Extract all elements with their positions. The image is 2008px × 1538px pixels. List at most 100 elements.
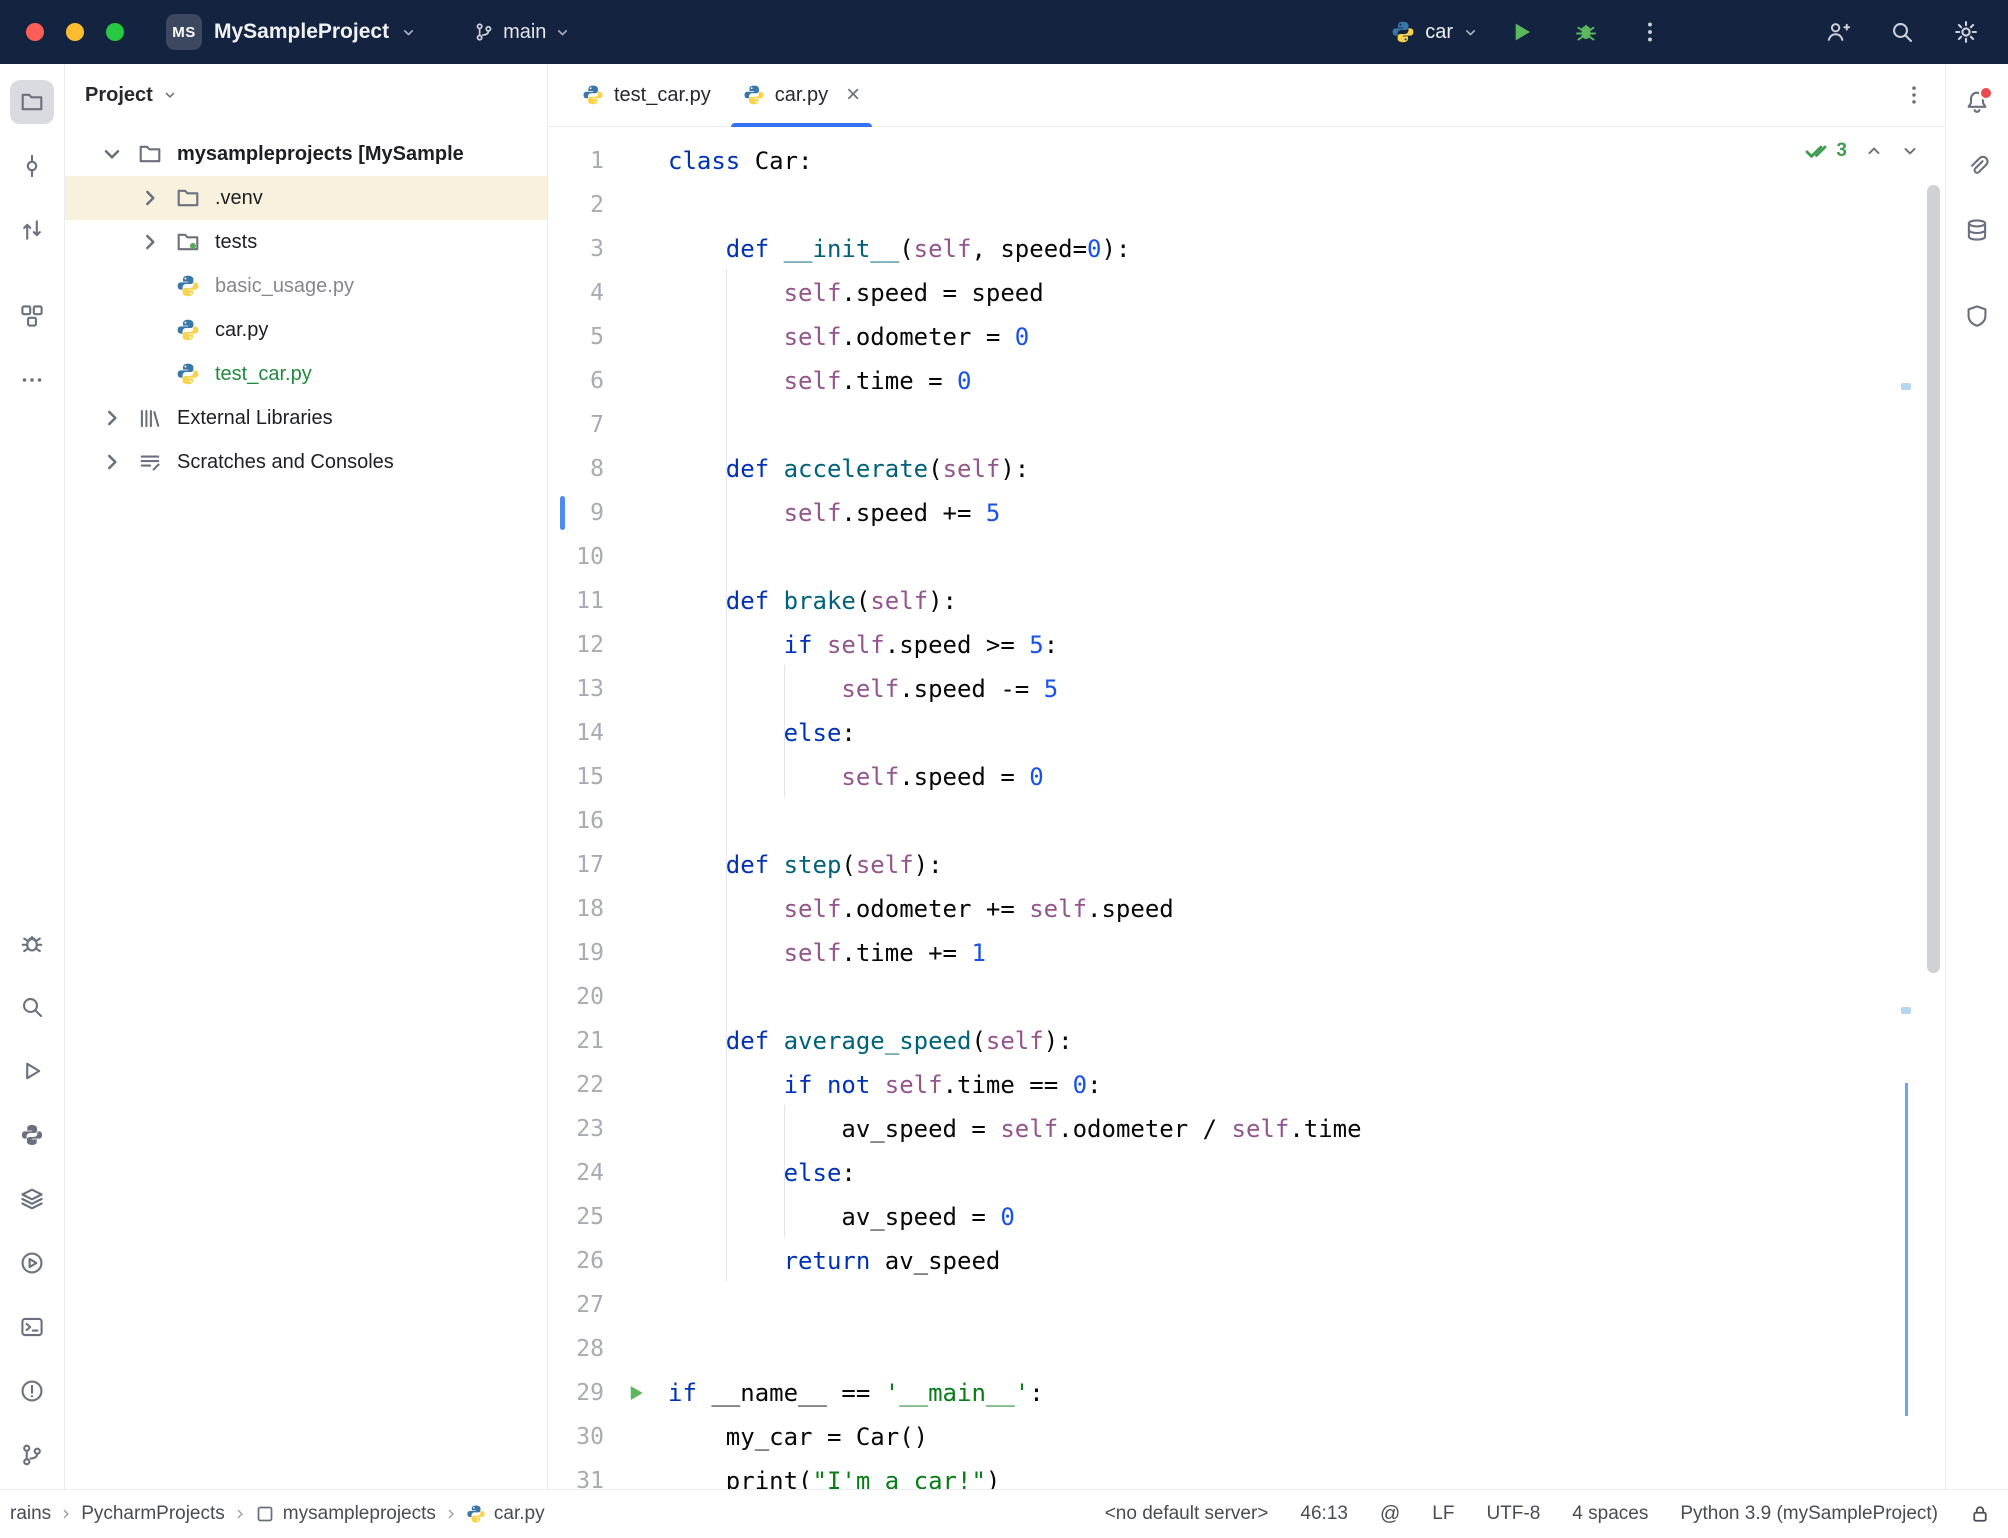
code-line[interactable]: 6 self.time = 0 [548, 359, 1945, 403]
editor-scrollbar[interactable] [1927, 185, 1940, 973]
tree-item-basic-usage[interactable]: basic_usage.py [65, 264, 547, 308]
chevron-right-icon[interactable] [133, 225, 167, 259]
breadcrumb-item[interactable]: car.py [466, 1503, 545, 1525]
code-line[interactable]: 3 def __init__(self, speed=0): [548, 227, 1945, 271]
chevron-right-icon[interactable] [133, 181, 167, 215]
error-stripe-mark[interactable] [1901, 1007, 1911, 1014]
branch-widget[interactable]: main [474, 21, 570, 44]
code-line[interactable]: 13 self.speed -= 5 [548, 667, 1945, 711]
minimize-window-button[interactable] [66, 23, 84, 41]
pull-requests-tool-button[interactable] [10, 208, 54, 252]
chevron-right-icon[interactable] [95, 445, 129, 479]
tree-item-test-car[interactable]: test_car.py [65, 352, 547, 396]
notifications-tool-button[interactable] [1955, 80, 1999, 124]
debug-button[interactable] [1566, 12, 1606, 52]
status-line-separator[interactable]: LF [1432, 1503, 1454, 1525]
at-icon[interactable]: @ [1380, 1503, 1400, 1526]
coverage-tool-button[interactable] [1955, 294, 1999, 338]
status-indent[interactable]: 4 spaces [1572, 1503, 1648, 1525]
project-tool-button[interactable] [10, 80, 54, 124]
run-line-icon[interactable] [626, 1383, 646, 1403]
code-line[interactable]: 5 self.odometer = 0 [548, 315, 1945, 359]
next-problem-chevron-down-icon[interactable] [1901, 142, 1919, 160]
tree-item-venv[interactable]: .venv [65, 176, 547, 220]
code-line[interactable]: 25 av_speed = 0 [548, 1195, 1945, 1239]
project-widget[interactable]: MS MySampleProject [166, 14, 416, 50]
code-line[interactable]: 30 my_car = Car() [548, 1415, 1945, 1459]
chevron-down-icon[interactable] [95, 137, 129, 171]
database-tool-button[interactable] [1955, 208, 1999, 252]
structure-tool-button[interactable] [10, 294, 54, 338]
debug-tool-button[interactable] [10, 921, 54, 965]
tab-test-car[interactable]: test_car.py [566, 64, 727, 126]
chevron-down-icon[interactable] [163, 88, 177, 102]
breadcrumb-item[interactable]: mysampleprojects [255, 1503, 436, 1525]
run-tool-button[interactable] [10, 1049, 54, 1093]
run-button[interactable] [1502, 12, 1542, 52]
version-control-tool-button[interactable] [10, 1433, 54, 1477]
code-line[interactable]: 28 [548, 1327, 1945, 1371]
error-stripe-mark[interactable] [1901, 383, 1911, 390]
settings-button[interactable] [1946, 12, 1986, 52]
code-line[interactable]: 27 [548, 1283, 1945, 1327]
code-line[interactable]: 10 [548, 535, 1945, 579]
commit-tool-button[interactable] [10, 144, 54, 188]
tree-item-tests[interactable]: tests [65, 220, 547, 264]
tab-options-kebab-icon[interactable] [1903, 84, 1925, 106]
close-window-button[interactable] [26, 23, 44, 41]
tree-item-external-libraries[interactable]: External Libraries [65, 396, 547, 440]
code-line[interactable]: 24 else: [548, 1151, 1945, 1195]
status-caret-position[interactable]: 46:13 [1300, 1503, 1348, 1525]
code-line[interactable]: 16 [548, 799, 1945, 843]
code-line[interactable]: 18 self.odometer += self.speed [548, 887, 1945, 931]
prev-problem-chevron-up-icon[interactable] [1865, 142, 1883, 160]
chevron-right-icon[interactable] [95, 401, 129, 435]
code-line[interactable]: 15 self.speed = 0 [548, 755, 1945, 799]
code-line[interactable]: 22 if not self.time == 0: [548, 1063, 1945, 1107]
code-line[interactable]: 26 return av_speed [548, 1239, 1945, 1283]
code-line[interactable]: 1class Car: [548, 139, 1945, 183]
breadcrumb-item[interactable]: PycharmProjects [81, 1503, 225, 1525]
code-line[interactable]: 4 self.speed = speed [548, 271, 1945, 315]
code-line[interactable]: 14 else: [548, 711, 1945, 755]
code-line[interactable]: 12 if self.speed >= 5: [548, 623, 1945, 667]
status-server[interactable]: <no default server> [1105, 1503, 1269, 1525]
python-console-tool-button[interactable] [10, 1113, 54, 1157]
code-line[interactable]: 2 [548, 183, 1945, 227]
code-line[interactable]: 9 self.speed += 5 [548, 491, 1945, 535]
code-line[interactable]: 11 def brake(self): [548, 579, 1945, 623]
problems-tool-button[interactable] [10, 1369, 54, 1413]
code-line[interactable]: 7 [548, 403, 1945, 447]
status-interpreter[interactable]: Python 3.9 (mySampleProject) [1680, 1503, 1938, 1525]
tree-item-root[interactable]: mysampleprojects [MySample [65, 132, 547, 176]
search-everywhere-button[interactable] [1882, 12, 1922, 52]
breadcrumb-item[interactable]: rains [10, 1503, 51, 1525]
services-tool-button[interactable] [10, 1177, 54, 1221]
code-line[interactable]: 20 [548, 975, 1945, 1019]
inspections-widget[interactable]: 3 [1804, 139, 1919, 163]
code-line[interactable]: 17 def step(self): [548, 843, 1945, 887]
code-line[interactable]: 19 self.time += 1 [548, 931, 1945, 975]
lock-icon[interactable] [1970, 1504, 1990, 1524]
status-encoding[interactable]: UTF-8 [1486, 1503, 1540, 1525]
vcs-stripe-mark[interactable] [1905, 1083, 1908, 1416]
zoom-window-button[interactable] [106, 23, 124, 41]
attachments-tool-button[interactable] [1955, 144, 1999, 188]
code-line[interactable]: 31 print("I'm a car!") [548, 1459, 1945, 1489]
code-line[interactable]: 23 av_speed = self.odometer / self.time [548, 1107, 1945, 1151]
code-line[interactable]: 8 def accelerate(self): [548, 447, 1945, 491]
code-with-me-button[interactable] [1818, 12, 1858, 52]
run-config-selector[interactable]: car [1391, 20, 1478, 44]
terminal-tool-button[interactable] [10, 1305, 54, 1349]
find-tool-button[interactable] [10, 985, 54, 1029]
tree-item-scratches[interactable]: Scratches and Consoles [65, 440, 547, 484]
tab-car[interactable]: car.py× [727, 64, 876, 126]
run-anything-tool-button[interactable] [10, 1241, 54, 1285]
code-line[interactable]: 21 def average_speed(self): [548, 1019, 1945, 1063]
tree-item-car[interactable]: car.py [65, 308, 547, 352]
project-panel-title[interactable]: Project [85, 84, 153, 107]
more-tool-windows-tool-button[interactable] [10, 358, 54, 402]
close-icon[interactable]: × [846, 83, 860, 107]
code-line[interactable]: 29if __name__ == '__main__': [548, 1371, 1945, 1415]
more-actions-button[interactable] [1630, 12, 1670, 52]
